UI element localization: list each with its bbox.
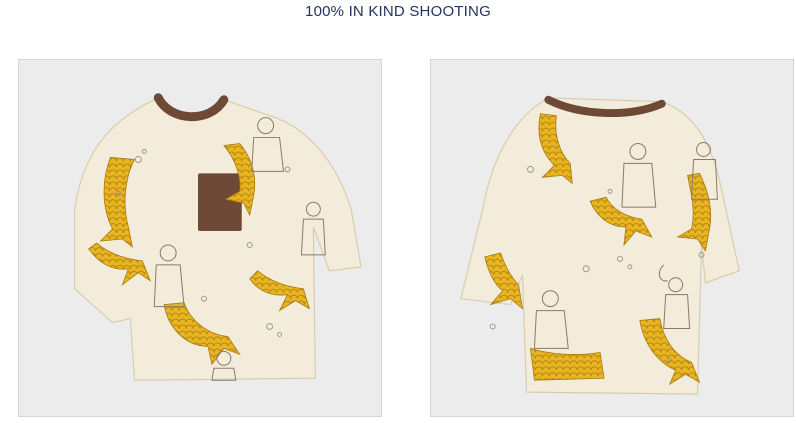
shirt-front-photo <box>18 59 382 417</box>
shirt-back-illustration <box>431 60 793 416</box>
page-title: 100% IN KIND SHOOTING <box>305 3 491 20</box>
shirt-front-illustration <box>19 60 381 416</box>
chest-pocket <box>198 173 242 232</box>
shirt-back-photo <box>430 59 794 417</box>
